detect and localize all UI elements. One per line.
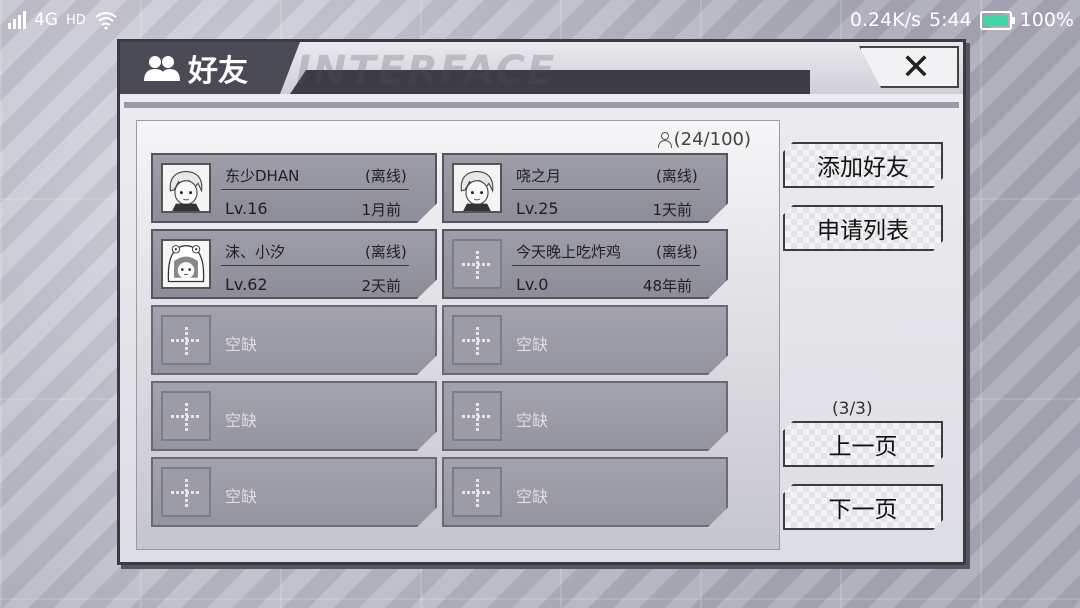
friend-card[interactable]: 沫、小汐 (离线) Lv.62 2天前 (151, 229, 437, 299)
anime-boy-avatar (452, 163, 502, 213)
empty-slot-label: 空缺 (225, 487, 258, 506)
friend-count-text: (24/100) (673, 129, 751, 150)
friend-status: (离线) (656, 167, 698, 185)
card-divider (512, 189, 700, 190)
friend-level: Lv.62 (225, 275, 268, 294)
friend-name: 今天晚上吃炸鸡 (516, 243, 622, 261)
friend-name: 沫、小汐 (225, 243, 286, 261)
network-type: 4G (34, 10, 58, 30)
battery-percent: 100% (1019, 9, 1074, 31)
friend-name: 哓之月 (516, 167, 562, 185)
friend-last-seen: 48年前 (642, 277, 692, 295)
hd-indicator: HD (66, 12, 86, 28)
empty-slot-card[interactable]: 空缺 (442, 381, 728, 451)
next-page-button[interactable]: 下一页 (783, 484, 943, 530)
plus-icon (452, 467, 502, 517)
signal-icon (8, 11, 26, 29)
friend-status: (离线) (656, 243, 698, 261)
plus-icon (161, 391, 211, 441)
page-title: 好友 (188, 54, 248, 89)
plus-icon (161, 467, 211, 517)
plus-icon (452, 391, 502, 441)
empty-slot-label: 空缺 (516, 487, 549, 506)
empty-slot-card[interactable]: 空缺 (151, 457, 437, 527)
interface-watermark: INTERFACE (296, 48, 557, 94)
friends-dialog: INTERFACE 好友 ✕ (24/100) 东少DHAN (离线) Lv.1… (117, 39, 966, 565)
empty-slot-label: 空缺 (516, 411, 549, 430)
dialog-header: INTERFACE 好友 ✕ (120, 42, 963, 94)
empty-slot-card[interactable]: 空缺 (151, 305, 437, 375)
anime-boy-avatar (161, 163, 211, 213)
request-list-label: 申请列表 (817, 218, 909, 244)
friends-icon (144, 56, 180, 81)
dialog-title-tab: 好友 (120, 42, 300, 94)
friend-name: 东少DHAN (225, 167, 300, 185)
empty-slot-label: 空缺 (516, 335, 549, 354)
empty-slot-label: 空缺 (225, 335, 258, 354)
plus-icon (452, 315, 502, 365)
plus-icon (161, 315, 211, 365)
network-speed: 0.24K/s (849, 9, 921, 31)
anime-girl-hood-avatar (161, 239, 211, 289)
status-bar: 4G HD 0.24K/s 5:44 100% (0, 0, 1080, 42)
friend-status: (离线) (365, 167, 407, 185)
friend-level: Lv.25 (516, 199, 559, 218)
friend-status: (离线) (365, 243, 407, 261)
empty-slot-card[interactable]: 空缺 (442, 457, 728, 527)
prev-page-label: 上一页 (828, 434, 898, 460)
prev-page-button[interactable]: 上一页 (783, 421, 943, 467)
card-divider (221, 265, 409, 266)
friend-card[interactable]: 东少DHAN (离线) Lv.16 1月前 (151, 153, 437, 223)
wifi-icon (95, 12, 117, 30)
close-button[interactable]: ✕ (859, 46, 959, 88)
card-divider (512, 265, 700, 266)
friend-last-seen: 1天前 (652, 201, 692, 219)
friend-card[interactable]: 哓之月 (离线) Lv.25 1天前 (442, 153, 728, 223)
empty-slot-card[interactable]: 空缺 (442, 305, 728, 375)
empty-slot-card[interactable]: 空缺 (151, 381, 437, 451)
friend-level: Lv.0 (516, 275, 549, 294)
close-icon: ✕ (900, 46, 932, 88)
page-indicator: (3/3) (832, 399, 873, 419)
card-divider (221, 189, 409, 190)
friend-list-panel: (24/100) 东少DHAN (离线) Lv.16 1月前 哓之月 (离线) … (136, 120, 780, 550)
request-list-button[interactable]: 申请列表 (783, 205, 943, 251)
add-friend-button[interactable]: 添加好友 (783, 142, 943, 188)
empty-slot-label: 空缺 (225, 411, 258, 430)
clock: 5:44 (929, 9, 972, 31)
battery-icon (979, 10, 1015, 30)
friend-level: Lv.16 (225, 199, 268, 218)
friend-card[interactable]: 今天晚上吃炸鸡 (离线) Lv.0 48年前 (442, 229, 728, 299)
friend-last-seen: 2天前 (361, 277, 401, 295)
add-friend-label: 添加好友 (817, 155, 909, 181)
next-page-label: 下一页 (828, 497, 898, 523)
empty-avatar-icon (452, 239, 502, 289)
person-icon (657, 131, 672, 148)
friend-last-seen: 1月前 (361, 201, 401, 219)
friend-count: (24/100) (657, 129, 751, 150)
